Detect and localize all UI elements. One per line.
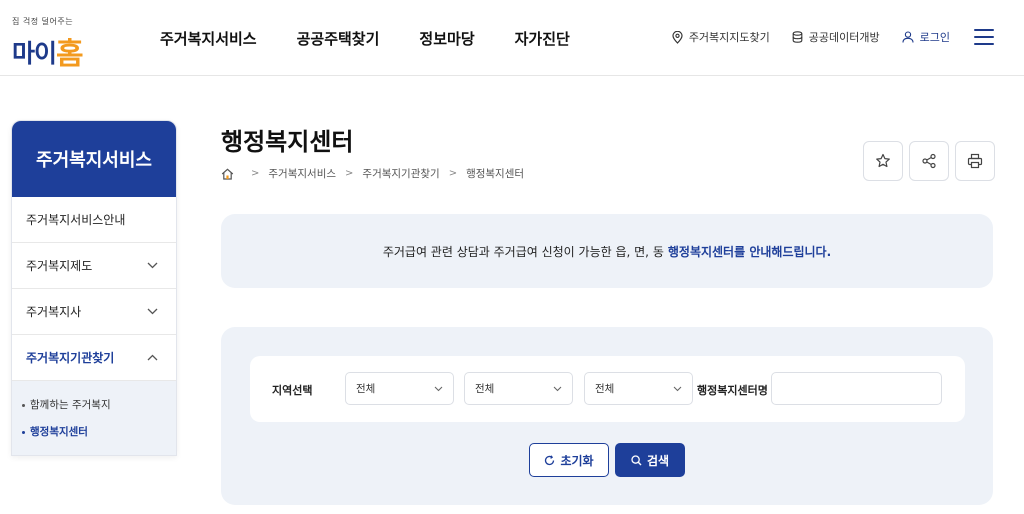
sidebar-submenu: 함께하는 주거복지 행정복지센터	[12, 381, 176, 455]
chevron-right-icon: >	[448, 168, 458, 179]
center-name-label: 행정복지센터명	[697, 384, 768, 397]
nav-info[interactable]: 정보마당	[419, 28, 474, 49]
favorite-button[interactable]	[863, 141, 903, 181]
bullet-icon	[22, 430, 25, 434]
sidebar-item-label: 주거복지제도	[26, 259, 93, 273]
search-form: 지역선택 전체 전체 전체 행정복지센터명	[250, 356, 965, 422]
region-select-eupmyeondong[interactable]: 전체	[584, 372, 693, 405]
side-menu-title: 주거복지서비스	[12, 121, 176, 197]
utility-nav: 주거복지지도찾기 공공데이터개방 로그인	[650, 29, 994, 45]
sidebar-subitem-label: 행정복지센터	[30, 426, 88, 438]
chevron-right-icon: >	[251, 168, 260, 179]
user-icon	[902, 31, 914, 43]
search-icon	[631, 454, 642, 465]
select-value: 전체	[356, 383, 376, 395]
open-data-link[interactable]: 공공데이터개방	[792, 29, 880, 45]
select-value: 전체	[475, 383, 495, 395]
login-link[interactable]: 로그인	[902, 29, 950, 45]
notice-highlight: 행정복지센터를 안내해드립니다.	[667, 244, 832, 259]
sidebar-item-find-agency[interactable]: 주거복지기관찾기	[12, 335, 176, 381]
sidebar-subitem-label: 함께하는 주거복지	[30, 399, 111, 411]
chevron-down-icon	[673, 386, 682, 391]
site-header: 집 걱정 덜어주는 마이홈 주거복지서비스 공공주택찾기 정보마당 자가진단 주…	[0, 0, 1024, 76]
chevron-down-icon	[553, 386, 562, 391]
info-notice: 주거급여 관련 상담과 주거급여 신청이 가능한 읍, 면, 동 행정복지센터를…	[221, 214, 993, 288]
center-name-input[interactable]	[771, 372, 942, 405]
welfare-map-label: 주거복지지도찾기	[688, 31, 770, 44]
refresh-icon	[545, 454, 555, 465]
database-icon	[792, 31, 803, 43]
sidebar-item-label: 주거복지사	[26, 305, 82, 319]
sidebar-item-label: 주거복지서비스안내	[26, 213, 126, 227]
printer-icon	[967, 153, 983, 169]
search-panel: 지역선택 전체 전체 전체 행정복지센터명 초기화 검색	[221, 327, 993, 505]
sidebar-subitem-admin-center[interactable]: 행정복지센터	[22, 424, 176, 439]
chevron-down-icon	[434, 386, 443, 391]
page-title: 행정복지센터	[221, 128, 354, 156]
search-button[interactable]: 검색	[615, 443, 685, 477]
sidebar-subitem-together[interactable]: 함께하는 주거복지	[22, 397, 176, 412]
logo-tagline: 집 걱정 덜어주는	[12, 17, 74, 26]
notice-text: 주거급여 관련 상담과 주거급여 신청이 가능한 읍, 면, 동	[382, 244, 664, 259]
nav-self-check[interactable]: 자가진단	[515, 28, 570, 49]
welfare-map-link[interactable]: 주거복지지도찾기	[672, 29, 770, 45]
breadcrumb-item[interactable]: 주거복지서비스	[268, 166, 336, 181]
side-menu: 주거복지서비스 주거복지서비스안내 주거복지제도 주거복지사 주거복지기관찾기 …	[11, 120, 177, 456]
home-icon[interactable]	[221, 167, 234, 180]
sidebar-item-welfare-system[interactable]: 주거복지제도	[12, 243, 176, 289]
chevron-down-icon	[147, 262, 158, 269]
logo-name-part1: 마이	[12, 39, 57, 68]
reset-button[interactable]: 초기화	[529, 443, 609, 477]
breadcrumb-item[interactable]: 주거복지기관찾기	[362, 166, 439, 181]
logo-wordmark: 마이홈	[12, 27, 84, 72]
breadcrumb-item-current: 행정복지센터	[466, 168, 525, 180]
nav-public-housing[interactable]: 공공주택찾기	[297, 28, 380, 49]
sidebar-item-service-guide[interactable]: 주거복지서비스안내	[12, 197, 176, 243]
bullet-icon	[22, 403, 25, 407]
chevron-down-icon	[147, 308, 158, 315]
nav-housing-welfare[interactable]: 주거복지서비스	[160, 28, 257, 49]
hamburger-menu-icon[interactable]	[974, 29, 994, 45]
login-label: 로그인	[919, 31, 950, 44]
region-select-label: 지역선택	[272, 384, 313, 397]
reset-label: 초기화	[560, 453, 594, 468]
sidebar-item-label: 주거복지기관찾기	[26, 351, 115, 365]
open-data-label: 공공데이터개방	[808, 31, 880, 44]
print-button[interactable]	[955, 141, 995, 181]
site-logo[interactable]: 집 걱정 덜어주는 마이홈	[12, 16, 108, 72]
chevron-up-icon	[147, 354, 158, 361]
select-value: 전체	[595, 383, 615, 395]
share-button[interactable]	[909, 141, 949, 181]
search-label: 검색	[646, 453, 670, 468]
region-select-sigungu[interactable]: 전체	[464, 372, 573, 405]
sidebar-item-welfare-worker[interactable]: 주거복지사	[12, 289, 176, 335]
share-icon	[922, 153, 936, 169]
logo-name-part2: 홈	[56, 37, 84, 72]
page-actions	[863, 141, 1001, 181]
star-icon	[876, 153, 890, 168]
region-select-sido[interactable]: 전체	[345, 372, 454, 405]
location-pin-icon	[672, 30, 683, 44]
breadcrumb: > 주거복지서비스 > 주거복지기관찾기 > 행정복지센터	[221, 166, 524, 181]
chevron-right-icon: >	[345, 168, 354, 179]
main-nav: 주거복지서비스 공공주택찾기 정보마당 자가진단	[160, 28, 610, 49]
